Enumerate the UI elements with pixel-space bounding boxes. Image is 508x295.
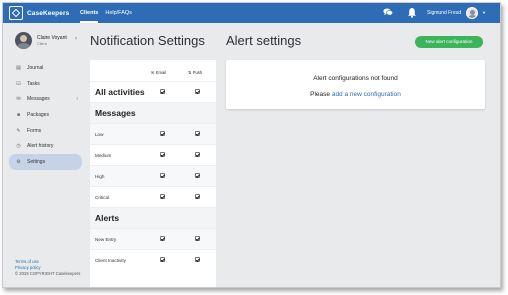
sidebar-item-label: Tasks — [27, 80, 40, 87]
notification-row-low: Low — [90, 123, 216, 144]
client-avatar — [15, 32, 32, 49]
email-icon: ✉ — [151, 70, 155, 75]
sidebar-item-label: Alert history — [27, 143, 54, 150]
forms-icon: ✎ — [16, 127, 21, 134]
notification-settings-panel: ✉ Email ⇅ Push All activities Messages L… — [90, 60, 216, 287]
sidebar-menu: ▤ Journal ☑ Tasks ✉ Messages ‹ ■ Package… — [9, 60, 82, 170]
sidebar-footer: Terms of use Privacy policy © 2019 COPYR… — [15, 259, 80, 278]
empty-state-cta: Please add a new configuration — [226, 91, 485, 98]
journal-icon: ▤ — [16, 64, 21, 71]
email-checkbox[interactable] — [160, 89, 165, 94]
alert-settings-title: Alert settings — [226, 33, 302, 48]
sidebar: Claire Voyant Client ‹ ▤ Journal ☑ Tasks… — [3, 23, 85, 287]
sidebar-item-alert-history[interactable]: ◷ Alert history — [9, 138, 82, 154]
sidebar-item-label: Messages — [27, 96, 50, 103]
row-label: Client Inactivity — [95, 258, 126, 263]
user-name[interactable]: Sigmund Freud — [427, 3, 461, 23]
push-checkbox[interactable] — [195, 89, 200, 94]
row-label: Medium — [95, 153, 112, 158]
email-checkbox[interactable] — [160, 131, 165, 136]
notification-row-high: High — [90, 165, 216, 186]
bell-icon[interactable] — [407, 7, 417, 18]
section-label: Messages — [95, 108, 136, 118]
chevron-left-icon: ‹ — [76, 96, 78, 103]
section-label: Alerts — [95, 213, 120, 223]
sidebar-item-forms[interactable]: ✎ Forms — [9, 123, 82, 139]
sidebar-item-label: Settings — [27, 158, 46, 165]
push-column-header: ⇅ Push — [188, 70, 203, 75]
nav-help-faqs[interactable]: Help/FAQs — [105, 3, 132, 23]
push-checkbox[interactable] — [195, 173, 200, 178]
sidebar-item-journal[interactable]: ▤ Journal — [9, 60, 82, 76]
sidebar-item-packages[interactable]: ■ Packages — [9, 107, 82, 123]
notification-rows: All activities Messages Low Medium High — [90, 81, 216, 270]
client-role: Client — [37, 42, 47, 46]
messages-icon: ✉ — [16, 96, 21, 103]
logo-icon — [9, 6, 23, 20]
top-bar: CaseKeepers Clients Help/FAQs Sigmund Fr… — [3, 3, 500, 23]
notification-column-headers: ✉ Email ⇅ Push — [90, 60, 216, 78]
sidebar-item-label: Journal — [27, 64, 44, 71]
row-label: High — [95, 174, 105, 179]
push-checkbox[interactable] — [195, 131, 200, 136]
sidebar-item-label: Packages — [27, 111, 49, 118]
user-avatar[interactable] — [466, 7, 478, 19]
row-label: Low — [95, 132, 104, 137]
cta-prefix: Please — [310, 91, 331, 98]
tasks-icon: ☑ — [16, 80, 21, 87]
notification-row-medium: Medium — [90, 144, 216, 165]
settings-icon: ⚙ — [16, 158, 21, 165]
alert-settings-panel: Alert configurations not found Please ad… — [226, 60, 485, 109]
chevron-left-icon[interactable]: ‹ — [75, 36, 77, 42]
push-checkbox[interactable] — [195, 152, 200, 157]
email-checkbox[interactable] — [160, 257, 165, 262]
client-name: Claire Voyant — [37, 35, 67, 41]
empty-state-message: Alert configurations not found — [313, 75, 398, 82]
packages-icon: ■ — [16, 111, 21, 118]
email-checkbox[interactable] — [160, 173, 165, 178]
email-checkbox[interactable] — [160, 194, 165, 199]
sidebar-item-messages[interactable]: ✉ Messages ‹ — [9, 91, 82, 107]
push-checkbox[interactable] — [195, 194, 200, 199]
copyright-text: © 2019 COPYRIGHT Casekeepers — [15, 271, 81, 277]
notification-row-client-inactivity: Client Inactivity — [90, 249, 216, 270]
notification-section-alerts: Alerts — [90, 207, 216, 228]
nav-clients[interactable]: Clients — [80, 3, 99, 23]
new-alert-configuration-button[interactable]: New alert configuration — [415, 36, 483, 48]
row-label: New Entry — [95, 237, 117, 242]
sidebar-item-tasks[interactable]: ☑ Tasks — [9, 76, 82, 92]
sidebar-item-label: Forms — [27, 127, 42, 134]
screenshot-frame: CaseKeepers Clients Help/FAQs Sigmund Fr… — [0, 0, 508, 295]
notification-settings-title: Notification Settings — [90, 33, 205, 48]
history-icon: ◷ — [16, 143, 21, 150]
email-checkbox[interactable] — [160, 236, 165, 241]
app-name: CaseKeepers — [27, 9, 70, 17]
email-checkbox[interactable] — [160, 152, 165, 157]
row-label: Critical — [95, 195, 110, 200]
add-configuration-link[interactable]: add a new configuration — [332, 91, 401, 98]
push-icon: ⇅ — [188, 70, 192, 75]
row-label: All activities — [95, 87, 145, 97]
main-nav: Clients Help/FAQs — [80, 3, 139, 23]
app-logo[interactable]: CaseKeepers — [9, 6, 69, 20]
email-column-header: ✉ Email — [151, 70, 167, 75]
chat-icon[interactable] — [383, 8, 393, 16]
app-window: CaseKeepers Clients Help/FAQs Sigmund Fr… — [2, 2, 501, 288]
notification-section-messages: Messages — [90, 102, 216, 123]
push-checkbox[interactable] — [195, 236, 200, 241]
push-checkbox[interactable] — [195, 257, 200, 262]
caret-down-icon[interactable]: ▼ — [482, 3, 486, 23]
notification-row-critical: Critical — [90, 186, 216, 207]
notification-row-all-activities: All activities — [90, 81, 216, 102]
notification-row-new-entry: New Entry — [90, 228, 216, 249]
sidebar-item-settings[interactable]: ⚙ Settings — [9, 154, 82, 170]
